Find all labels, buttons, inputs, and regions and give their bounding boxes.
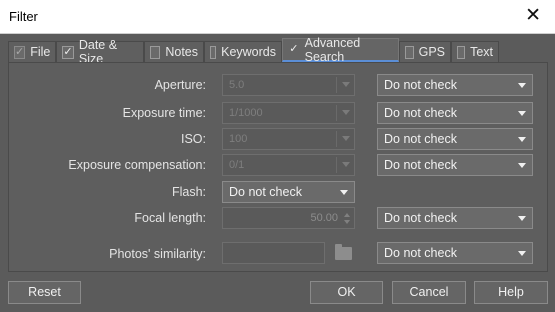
tab-label: File [30, 45, 51, 59]
advanced-search-panel: Aperture: 5.0 Do not check Exposure time… [8, 62, 548, 272]
iso-combo: 100 [222, 128, 355, 150]
tab-date-size[interactable]: ✓ Date & Size [56, 38, 144, 66]
tab-label: Text [470, 45, 493, 59]
tab-label: GPS [418, 45, 445, 59]
tab-notes[interactable]: Notes [144, 41, 204, 62]
chevron-down-icon [518, 216, 526, 221]
chevron-down-icon [518, 163, 526, 168]
similarity-label: Photos' similarity: [109, 247, 206, 261]
flash-select[interactable]: Do not check [222, 181, 355, 203]
aperture-check-select[interactable]: Do not check [377, 74, 533, 96]
chevron-down-icon [518, 83, 526, 88]
spin-down-icon [344, 220, 350, 224]
focal-length-value: 50.00 [310, 212, 338, 224]
cancel-button[interactable]: Cancel [392, 281, 466, 304]
select-value: Do not check [384, 211, 457, 225]
checkbox-icon[interactable]: ✓ [62, 45, 74, 59]
tab-label: Notes [165, 45, 198, 59]
checkbox-icon[interactable]: ✓ [288, 43, 300, 56]
exposure-time-combo: 1/1000 [222, 102, 355, 124]
select-value: Do not check [384, 158, 457, 172]
select-value: Do not check [384, 106, 457, 120]
checkbox-icon[interactable] [457, 45, 466, 59]
similarity-input [222, 242, 325, 264]
aperture-combo: 5.0 [222, 74, 355, 96]
help-button[interactable]: Help [474, 281, 548, 304]
window-title: Filter [9, 9, 38, 24]
checkbox-icon[interactable]: ✓ [14, 45, 26, 59]
tab-keywords[interactable]: Keywords [204, 41, 282, 62]
ok-button[interactable]: OK [310, 281, 383, 304]
select-value: Do not check [384, 78, 457, 92]
folder-icon[interactable] [335, 244, 352, 260]
chevron-down-icon [518, 251, 526, 256]
exposure-comp-combo: 0/1 [222, 154, 355, 176]
tab-bar: ✓ File ✓ Date & Size Notes Keywords ✓ Ad… [8, 35, 548, 66]
focal-length-check-select[interactable]: Do not check [377, 207, 533, 229]
iso-check-select[interactable]: Do not check [377, 128, 533, 150]
spin-up-icon [344, 213, 350, 217]
similarity-check-select[interactable]: Do not check [377, 242, 533, 264]
aperture-value: 5.0 [229, 79, 245, 91]
chevron-down-icon [342, 110, 350, 115]
exposure-time-label: Exposure time: [122, 106, 206, 120]
select-value: Do not check [384, 246, 457, 260]
reset-button[interactable]: Reset [8, 281, 81, 304]
aperture-label: Aperture: [154, 78, 206, 92]
tab-file[interactable]: ✓ File [8, 41, 56, 62]
tab-gps[interactable]: GPS [399, 41, 451, 62]
tab-label: Advanced Search [304, 35, 361, 64]
tab-text[interactable]: Text [451, 41, 499, 62]
chevron-down-icon [342, 162, 350, 167]
focal-length-label: Focal length: [134, 211, 206, 225]
tab-label: Keywords [221, 45, 276, 59]
chevron-down-icon [518, 111, 526, 116]
checkbox-icon[interactable] [210, 45, 217, 59]
title-bar: Filter ✕ [0, 0, 555, 34]
exposure-comp-value: 0/1 [229, 159, 245, 171]
checkbox-icon[interactable] [405, 45, 414, 59]
exposure-time-value: 1/1000 [229, 107, 263, 119]
iso-value: 100 [229, 133, 248, 145]
chevron-down-icon [340, 190, 348, 195]
chevron-down-icon [342, 136, 350, 141]
focal-length-spinbox: 50.00 [222, 207, 355, 229]
exposure-comp-check-select[interactable]: Do not check [377, 154, 533, 176]
select-value: Do not check [384, 132, 457, 146]
select-value: Do not check [229, 185, 302, 199]
checkbox-icon[interactable] [150, 45, 161, 59]
tab-advanced-search[interactable]: ✓ Advanced Search [282, 35, 399, 64]
close-icon[interactable]: ✕ [525, 5, 541, 27]
chevron-down-icon [518, 137, 526, 142]
exposure-comp-label: Exposure compensation: [68, 158, 206, 172]
exposure-time-check-select[interactable]: Do not check [377, 102, 533, 124]
flash-label: Flash: [171, 185, 206, 199]
chevron-down-icon [342, 82, 350, 87]
iso-label: ISO: [180, 132, 206, 146]
